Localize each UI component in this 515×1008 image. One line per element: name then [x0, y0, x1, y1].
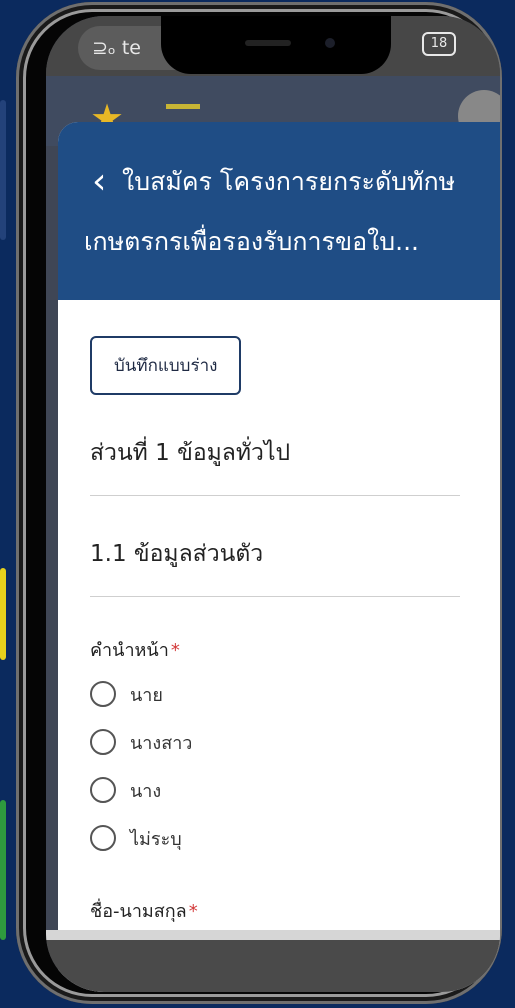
phone-frame: ⊇ₒ te 18 ★ ‹ ใบสมัคร โครงการยกระดับทักษ …	[16, 2, 502, 1004]
name-label: ชื่อ-นามสกุล *	[90, 896, 500, 925]
speaker-grille	[245, 40, 291, 46]
section-title: ส่วนที่ 1 ข้อมูลทั่วไป	[90, 435, 460, 496]
side-accent-left	[0, 100, 6, 240]
radio-label: นาย	[130, 684, 163, 706]
form-sheet: ‹ ใบสมัคร โครงการยกระดับทักษ เกษตรกรเพื่…	[58, 122, 500, 992]
form-content: บันทึกแบบร่าง ส่วนที่ 1 ข้อมูลทั่วไป 1.1…	[58, 300, 500, 925]
name-label-text: ชื่อ-นามสกุล	[90, 901, 187, 922]
side-accent-green	[0, 800, 6, 940]
radio-button-icon[interactable]	[90, 777, 116, 803]
menu-icon	[166, 104, 200, 109]
notch	[161, 16, 391, 74]
radio-button-icon[interactable]	[90, 681, 116, 707]
phone-screen: ⊇ₒ te 18 ★ ‹ ใบสมัคร โครงการยกระดับทักษ …	[46, 16, 500, 992]
save-draft-button[interactable]: บันทึกแบบร่าง	[90, 336, 242, 395]
form-title-line1: ใบสมัคร โครงการยกระดับทักษ	[122, 167, 456, 196]
chevron-left-icon[interactable]: ‹	[92, 162, 106, 202]
required-mark: *	[188, 901, 198, 922]
radio-button-icon[interactable]	[90, 825, 116, 851]
radio-option-mrs[interactable]: นาง	[90, 772, 500, 808]
status-bar: ⊇ₒ te 18	[46, 16, 500, 76]
radio-label: นางสาว	[130, 732, 193, 754]
side-accent-yellow	[0, 568, 6, 660]
prefix-label-text: คำนำหน้า	[90, 640, 169, 661]
keyboard-edge	[46, 930, 500, 940]
home-indicator-area	[46, 940, 500, 992]
prefix-label: คำนำหน้า *	[90, 635, 500, 664]
form-header: ‹ ใบสมัคร โครงการยกระดับทักษ เกษตรกรเพื่…	[58, 122, 500, 300]
required-mark: *	[170, 640, 180, 661]
subsection-title: 1.1 ข้อมูลส่วนตัว	[90, 536, 460, 597]
radio-button-icon[interactable]	[90, 729, 116, 755]
radio-option-unspecified[interactable]: ไม่ระบุ	[90, 820, 500, 856]
camera-icon	[325, 38, 335, 48]
radio-option-miss[interactable]: นางสาว	[90, 724, 500, 760]
form-title-line2: เกษตรกรเพื่อรองรับการขอใบ...	[84, 227, 419, 256]
radio-label: ไม่ระบุ	[130, 828, 182, 850]
radio-label: นาง	[130, 780, 162, 802]
battery-icon: 18	[422, 32, 456, 56]
radio-option-mr[interactable]: นาย	[90, 676, 500, 712]
